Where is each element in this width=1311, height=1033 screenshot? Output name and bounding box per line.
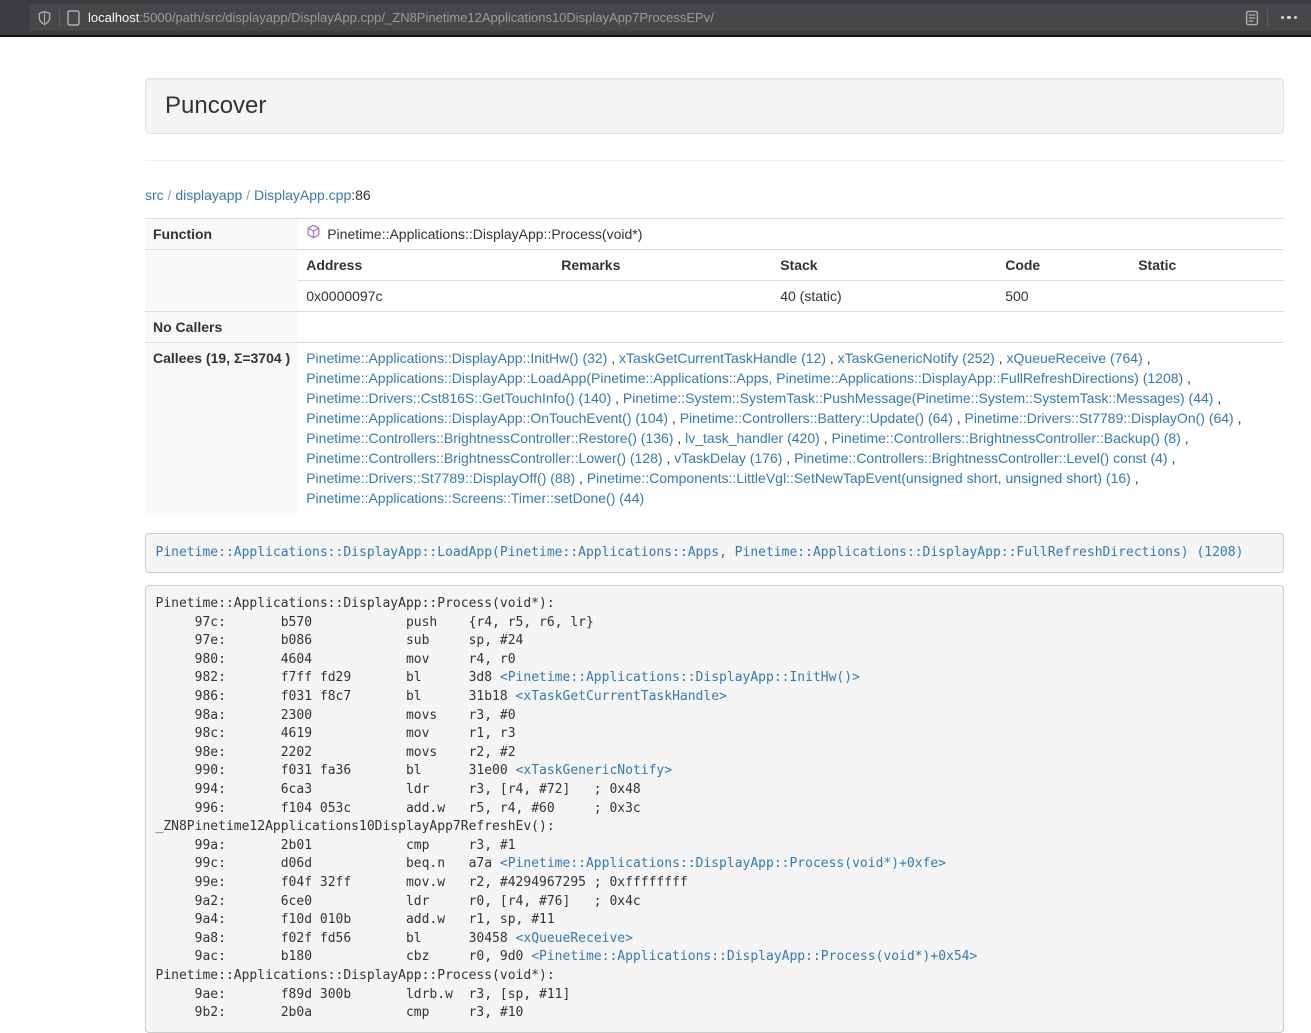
static-value [1130, 281, 1284, 312]
table-row: 0x0000097c 40 (static) 500 [298, 281, 1284, 312]
callee-link[interactable]: Pinetime::Controllers::BrightnessControl… [306, 430, 673, 446]
address-table: Address Remarks Stack Code Static 0x0000… [298, 250, 1284, 311]
callee-link[interactable]: xQueueReceive (764) [1007, 350, 1143, 366]
browser-toolbar: localhost:5000/path/src/displayapp/Displ… [0, 0, 1311, 35]
breadcrumb: src / displayapp / DisplayApp.cpp:86 [145, 185, 1284, 205]
breadcrumb-link[interactable]: DisplayApp.cpp [254, 187, 351, 203]
callee-link[interactable]: Pinetime::Controllers::BrightnessControl… [794, 450, 1167, 466]
urlbar-separator-2 [1267, 9, 1268, 26]
assembly-symbol-link[interactable]: <Pinetime::Applications::DisplayApp::Pro… [500, 856, 946, 871]
assembly-symbol-link[interactable]: <xQueueReceive> [516, 931, 633, 946]
empty-row-label [145, 250, 298, 312]
breadcrumb-link[interactable]: src [145, 187, 164, 203]
assembly-symbol-link[interactable]: <Pinetime::Applications::DisplayApp::Pro… [531, 949, 977, 964]
col-address: Address [298, 250, 553, 281]
address-value: 0x0000097c [298, 281, 553, 312]
breadcrumb-line-number: :86 [351, 187, 370, 203]
url-text: localhost:5000/path/src/displayapp/Displ… [88, 10, 714, 25]
code-value: 500 [997, 281, 1130, 312]
reader-view-icon[interactable] [1244, 10, 1260, 26]
assembly-symbol-link[interactable]: <xTaskGenericNotify> [516, 763, 673, 778]
remarks-value [553, 281, 772, 312]
page-title: Puncover [165, 92, 1264, 120]
callee-link[interactable]: xTaskGenericNotify (252) [838, 350, 995, 366]
col-stack: Stack [772, 250, 997, 281]
function-row: Function Pinetime::Applications::Display… [145, 219, 1284, 250]
callee-link[interactable]: Pinetime::Applications::DisplayApp::OnTo… [306, 410, 668, 426]
callee-link[interactable]: xTaskGetCurrentTaskHandle (12) [619, 350, 826, 366]
callee-link[interactable]: lv_task_handler (420) [685, 430, 820, 446]
function-name: Pinetime::Applications::DisplayApp::Proc… [327, 224, 642, 244]
callee-link[interactable]: Pinetime::Drivers::St7789::DisplayOn() (… [965, 410, 1234, 426]
breadcrumb-link[interactable]: displayapp [175, 187, 242, 203]
no-callers-row: No Callers [145, 312, 1284, 343]
callee-link[interactable]: Pinetime::Applications::DisplayApp::Load… [306, 370, 1183, 386]
callees-label: Callees (19, Σ=3704 ) [145, 343, 298, 514]
callee-link[interactable]: Pinetime::Controllers::BrightnessControl… [831, 430, 1180, 446]
page-info-icon[interactable] [67, 10, 80, 26]
assembly-symbol-link[interactable]: <Pinetime::Applications::DisplayApp::Ini… [500, 670, 860, 685]
divider [145, 160, 1284, 161]
callee-link[interactable]: Pinetime::Applications::DisplayApp::Init… [306, 350, 607, 366]
callee-link[interactable]: Pinetime::Controllers::Battery::Update()… [680, 410, 953, 426]
callees-row: Callees (19, Σ=3704 ) Pinetime::Applicat… [145, 343, 1284, 514]
function-row-label: Function [145, 219, 298, 250]
callee-link[interactable]: Pinetime::System::SystemTask::PushMessag… [623, 390, 1214, 406]
col-remarks: Remarks [553, 250, 772, 281]
app-header-panel: Puncover [145, 78, 1284, 134]
function-detail-row: Address Remarks Stack Code Static 0x0000… [145, 250, 1284, 312]
more-actions-icon[interactable] [1275, 16, 1304, 20]
assembly-symbol-link[interactable]: <xTaskGetCurrentTaskHandle> [516, 689, 727, 704]
callee-link[interactable]: Pinetime::Controllers::BrightnessControl… [306, 450, 662, 466]
callee-link[interactable]: vTaskDelay (176) [674, 450, 782, 466]
page-container: Puncover src / displayapp / DisplayApp.c… [145, 78, 1284, 1033]
urlbar-separator [59, 9, 60, 26]
callee-link[interactable]: Pinetime::Components::LittleVgl::SetNewT… [587, 470, 1131, 486]
shield-icon[interactable] [37, 10, 52, 26]
stack-value: 40 (static) [772, 281, 997, 312]
url-bar[interactable]: localhost:5000/path/src/displayapp/Displ… [30, 4, 1311, 31]
related-function-link[interactable]: Pinetime::Applications::DisplayApp::Load… [156, 545, 1244, 560]
url-path: :5000/path/src/displayapp/DisplayApp.cpp… [139, 10, 714, 25]
related-function-block: Pinetime::Applications::DisplayApp::Load… [145, 533, 1284, 573]
function-table: Function Pinetime::Applications::Display… [145, 218, 1284, 513]
callees-list: Pinetime::Applications::DisplayApp::Init… [298, 343, 1284, 514]
col-static: Static [1130, 250, 1284, 281]
callee-link[interactable]: Pinetime::Drivers::St7789::DisplayOff() … [306, 470, 575, 486]
assembly-code: Pinetime::Applications::DisplayApp::Proc… [145, 585, 1284, 1033]
function-title: Pinetime::Applications::DisplayApp::Proc… [298, 219, 1284, 249]
symbol-cube-icon [306, 224, 321, 244]
address-table-header: Address Remarks Stack Code Static [298, 250, 1284, 281]
col-code: Code [997, 250, 1130, 281]
toolbar-underline [0, 35, 1311, 37]
url-host: localhost [88, 10, 139, 25]
callee-link[interactable]: Pinetime::Applications::Screens::Timer::… [306, 490, 644, 506]
callee-link[interactable]: Pinetime::Drivers::Cst816S::GetTouchInfo… [306, 390, 611, 406]
no-callers-label: No Callers [145, 312, 298, 343]
